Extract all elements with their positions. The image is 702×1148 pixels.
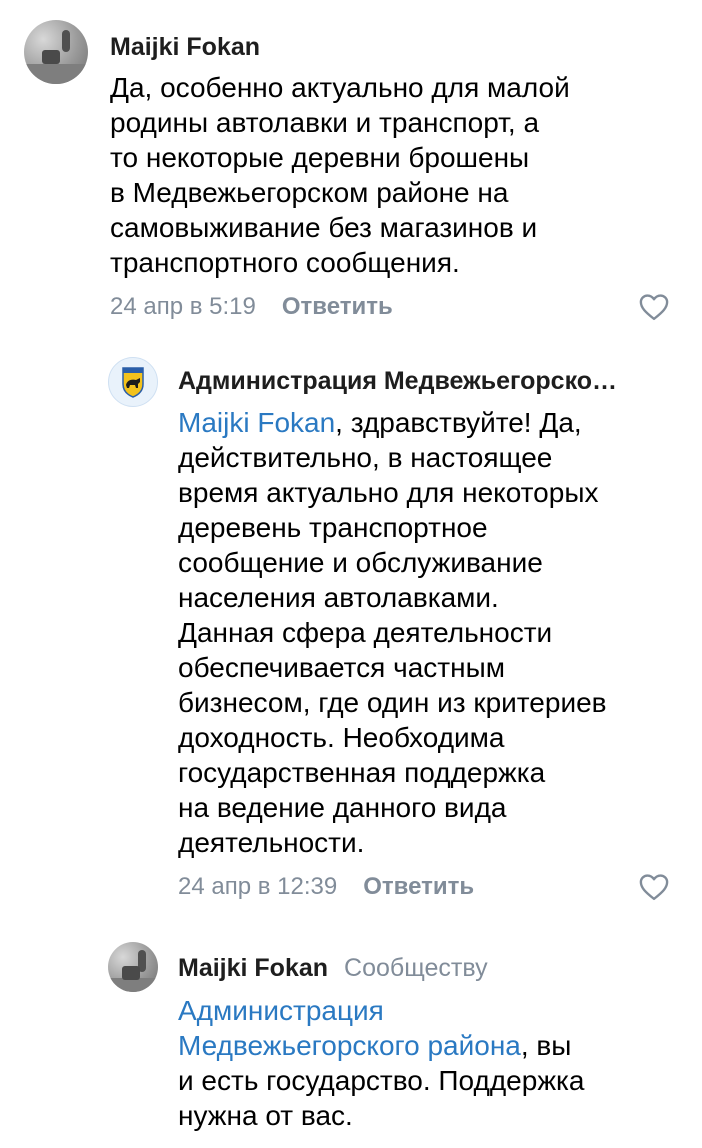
comment-line: действительно, в настоящее (178, 442, 553, 473)
comment-line: в Медвежьегорском районе на (110, 177, 509, 208)
comment-author-line: Maijki Fokan Сообществу (178, 954, 488, 983)
comment-timestamp: 24 апр в 12:39 (178, 873, 338, 900)
comment-line: сообщение и обслуживание (178, 547, 543, 578)
comment-author[interactable]: Maijki Fokan (178, 954, 328, 982)
comment-text: Maijki Fokan, здравствуйте! Да, действит… (178, 405, 702, 860)
comment-text-part: , здравствуйте! Да, (335, 407, 582, 438)
comment-line: то некоторые деревни брошены (110, 142, 530, 173)
comment-timestamp: 24 апр в 5:19 (110, 293, 256, 320)
comment-line: доходность. Необходима (178, 722, 505, 753)
reply-button[interactable]: Ответить (363, 873, 474, 900)
reply-button[interactable]: Ответить (282, 293, 393, 320)
comment-line: время актуально для некоторых (178, 477, 599, 508)
heart-outline-icon[interactable] (639, 873, 669, 901)
mention-link[interactable]: Maijki Fokan (178, 407, 335, 438)
comment-line: родины автолавки и транспорт, а (110, 107, 540, 138)
mention-link[interactable]: Медвежьегорского района (178, 1030, 521, 1061)
user-avatar[interactable] (108, 942, 158, 992)
comment-line: Медвежьегорского района, вы (178, 1028, 702, 1063)
comment-line: самовыживание без магазинов и (110, 212, 538, 243)
heart-outline-icon[interactable] (639, 293, 669, 321)
comment-line: деятельности. (178, 827, 365, 858)
comment-line: нужна от вас. (178, 1100, 353, 1131)
comment-text: Администрация Медвежьегорского района, в… (178, 993, 702, 1133)
comment-line: Maijki Fokan, здравствуйте! Да, (178, 405, 702, 440)
comment-line: транспортного сообщения. (110, 247, 460, 278)
comment-line: и есть государство. Поддержка (178, 1065, 585, 1096)
mention-link[interactable]: Администрация (178, 993, 702, 1028)
comment-author[interactable]: Maijki Fokan (110, 33, 260, 62)
comment-line: Данная сфера деятельности (178, 617, 553, 648)
comment-line: государственная поддержка (178, 757, 546, 788)
comment-text-part: , вы (520, 1030, 572, 1061)
comment-text: Да, особенно актуально для малой родины … (110, 70, 650, 280)
comment-meta: 24 апр в 5:19 Ответить (110, 293, 393, 321)
community-avatar[interactable] (108, 357, 158, 407)
comment-line: населения автолавками. (178, 582, 499, 613)
coat-of-arms-emblem-icon (122, 367, 144, 398)
comment-line: обеспечивается частным (178, 652, 505, 683)
comment-author[interactable]: Администрация Медвежьегорско… (178, 367, 617, 396)
user-avatar[interactable] (24, 20, 88, 84)
comment-meta: 24 апр в 12:39 Ответить (178, 873, 474, 901)
reply-target-label[interactable]: Сообществу (344, 954, 488, 982)
comment-line: на ведение данного вида (178, 792, 507, 823)
comment-line: бизнесом, где один из критериев (178, 687, 607, 718)
comment-line: Да, особенно актуально для малой (110, 72, 570, 103)
comment-line: деревень транспортное (178, 512, 488, 543)
